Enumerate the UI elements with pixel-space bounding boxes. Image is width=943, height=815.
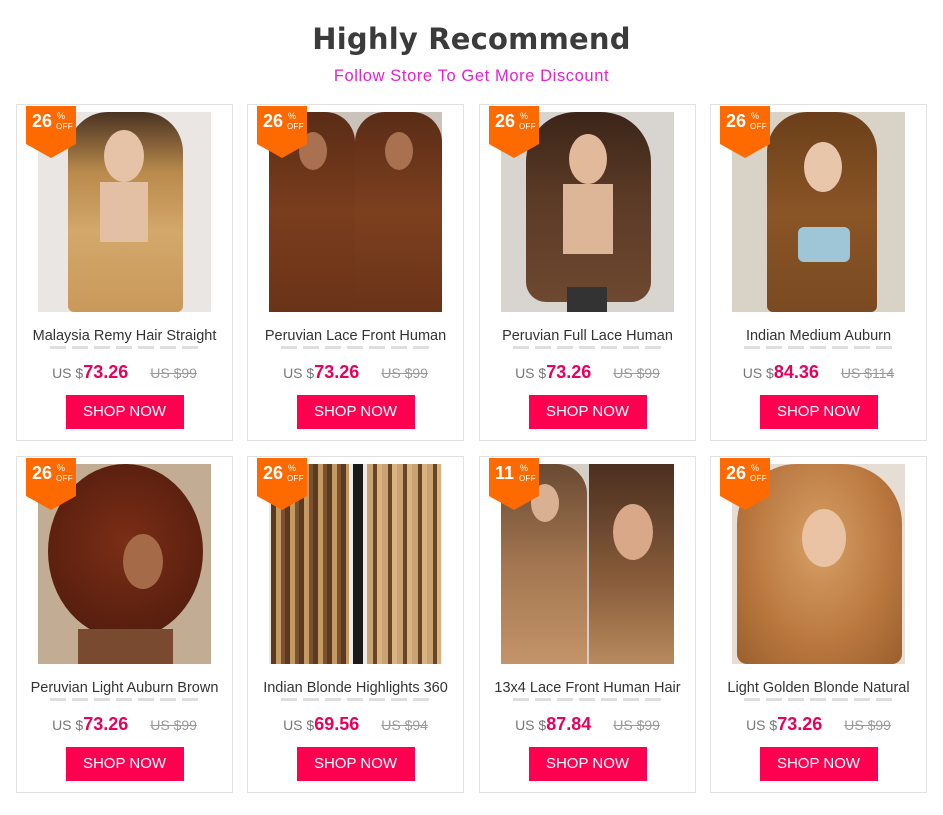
product-name-overflow xyxy=(25,697,224,703)
price-row: US $69.56 US $94 xyxy=(248,714,463,735)
shop-now-button[interactable]: SHOP NOW xyxy=(528,395,647,429)
price-row: US $87.84 US $99 xyxy=(480,714,695,735)
currency-label: US $ xyxy=(746,717,778,733)
price-row: US $73.26 US $99 xyxy=(17,714,232,735)
currency-label: US $ xyxy=(52,717,84,733)
sale-price: 69.56 xyxy=(314,714,360,734)
sale-price: 84.36 xyxy=(773,362,819,382)
shop-now-button[interactable]: SHOP NOW xyxy=(296,395,415,429)
price-row: US $73.26 US $99 xyxy=(711,714,926,735)
product-name-overflow xyxy=(719,345,918,351)
price-row: US $84.36 US $114 xyxy=(711,362,926,383)
discount-badge: 26 % OFF xyxy=(257,458,307,510)
shop-now-button[interactable]: SHOP NOW xyxy=(65,747,184,781)
discount-badge: 26 % OFF xyxy=(489,106,539,158)
sale-price: 73.26 xyxy=(777,714,823,734)
original-price: US $99 xyxy=(150,365,197,381)
original-price: US $99 xyxy=(844,717,891,733)
price-row: US $73.26 US $99 xyxy=(248,362,463,383)
discount-badge: 26 % OFF xyxy=(720,458,770,510)
currency-label: US $ xyxy=(515,717,547,733)
product-card[interactable]: 26 % OFF Peruvian Light Auburn Brown US … xyxy=(16,456,233,793)
discount-badge: 26 % OFF xyxy=(26,106,76,158)
discount-badge: 26 % OFF xyxy=(257,106,307,158)
product-name-overflow xyxy=(256,345,455,351)
product-card[interactable]: 26 % OFF Indian Medium Auburn US $84.36 U… xyxy=(710,104,927,441)
currency-label: US $ xyxy=(515,365,547,381)
product-card[interactable]: 26 % OFF Light Golden Blonde Natural US … xyxy=(710,456,927,793)
shop-now-button[interactable]: SHOP NOW xyxy=(296,747,415,781)
product-card[interactable]: 11 % OFF 13x4 Lace Front Human Hair US $… xyxy=(479,456,696,793)
currency-label: US $ xyxy=(742,365,774,381)
original-price: US $114 xyxy=(840,365,895,381)
sale-price: 73.26 xyxy=(83,362,129,382)
product-name-overflow xyxy=(256,697,455,703)
shop-now-button[interactable]: SHOP NOW xyxy=(65,395,184,429)
section-title: Highly Recommend xyxy=(312,22,631,56)
product-card[interactable]: 26 % OFF Peruvian Lace Front Human US $7… xyxy=(247,104,464,441)
product-card[interactable]: 26 % OFF Peruvian Full Lace Human US $73… xyxy=(479,104,696,441)
original-price: US $99 xyxy=(150,717,197,733)
product-card[interactable]: 26 % OFF Indian Blonde Highlights 360 US… xyxy=(247,456,464,793)
original-price: US $99 xyxy=(613,365,660,381)
product-card[interactable]: 26 % OFF Malaysia Remy Hair Straight US … xyxy=(16,104,233,441)
currency-label: US $ xyxy=(52,365,84,381)
sale-price: 87.84 xyxy=(546,714,592,734)
shop-now-button[interactable]: SHOP NOW xyxy=(528,747,647,781)
product-name-overflow xyxy=(25,345,224,351)
product-name-overflow xyxy=(488,697,687,703)
original-price: US $99 xyxy=(381,365,428,381)
section-subtitle[interactable]: Follow Store To Get More Discount xyxy=(0,67,943,86)
shop-now-button[interactable]: SHOP NOW xyxy=(759,747,878,781)
discount-badge: 26 % OFF xyxy=(720,106,770,158)
original-price: US $94 xyxy=(381,717,428,733)
sale-price: 73.26 xyxy=(83,714,129,734)
discount-badge: 11 % OFF xyxy=(489,458,539,510)
discount-badge: 26 % OFF xyxy=(26,458,76,510)
product-name-overflow xyxy=(719,697,918,703)
shop-now-button[interactable]: SHOP NOW xyxy=(759,395,878,429)
price-row: US $73.26 US $99 xyxy=(480,362,695,383)
price-row: US $73.26 US $99 xyxy=(17,362,232,383)
product-name-overflow xyxy=(488,345,687,351)
section-header: Highly Recommend Follow Store To Get Mor… xyxy=(0,0,943,100)
currency-label: US $ xyxy=(283,365,315,381)
currency-label: US $ xyxy=(283,717,315,733)
original-price: US $99 xyxy=(613,717,660,733)
sale-price: 73.26 xyxy=(314,362,360,382)
sale-price: 73.26 xyxy=(546,362,592,382)
